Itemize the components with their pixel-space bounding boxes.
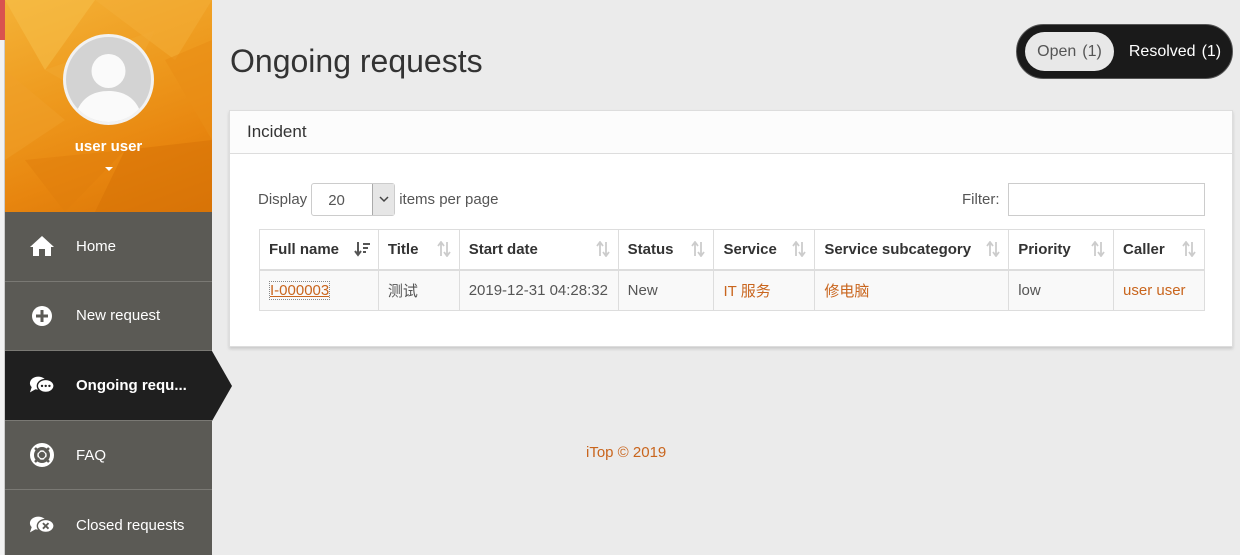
sidebar-item-label: Home	[76, 237, 117, 255]
page-size-value: 20	[328, 192, 345, 209]
home-icon	[29, 233, 55, 259]
items-per-page-label: items per page	[399, 191, 499, 208]
chat-closed-icon	[29, 512, 55, 538]
column-header-service[interactable]: Service	[713, 229, 816, 271]
column-header-full-name[interactable]: Full name	[259, 229, 379, 271]
sidebar-item-label: New request	[76, 307, 161, 325]
sort-icon	[792, 240, 807, 261]
user-profile: user user	[5, 0, 212, 212]
column-header-start-date[interactable]: Start date	[458, 229, 619, 271]
cell-service-subcategory: 修电脑	[814, 269, 1010, 311]
sidebar-item-label: Closed requests	[76, 516, 185, 534]
display-label: Display	[258, 191, 308, 208]
table-header-row: Full name Title Start date Status Servic…	[259, 229, 1205, 271]
status-toggle: Open (1) Resolved (1)	[1016, 24, 1233, 79]
sort-icon	[1091, 240, 1105, 261]
sidebar-item-home[interactable]: Home	[5, 212, 212, 282]
sidebar-item-label: Ongoing requ...	[76, 376, 187, 394]
column-header-service-subcategory[interactable]: Service subcategory	[814, 229, 1010, 271]
filter-label: Filter:	[962, 191, 1000, 208]
open-label: Open	[1037, 42, 1077, 60]
chevron-down-icon[interactable]	[372, 184, 395, 215]
cell-caller: user user	[1113, 269, 1205, 311]
cell-full-name: I-000003	[259, 269, 379, 311]
cell-priority: low	[1008, 269, 1115, 311]
resolved-label: Resolved	[1128, 42, 1196, 60]
column-header-priority[interactable]: Priority	[1008, 229, 1115, 271]
chat-bubbles-icon	[29, 372, 55, 398]
page-size-select[interactable]: 20	[311, 183, 396, 216]
sort-icon	[595, 240, 610, 261]
user-name[interactable]: user user	[5, 138, 212, 155]
column-header-title[interactable]: Title	[377, 229, 460, 271]
sidebar: user user Home New request Ongoing requ.…	[5, 0, 232, 555]
sort-icon	[1182, 240, 1196, 261]
chevron-down-icon[interactable]	[105, 167, 113, 171]
resolved-count: (1)	[1201, 42, 1222, 60]
lifebuoy-icon	[29, 442, 55, 468]
table-row[interactable]: I-000003 测试 2019-12-31 04:28:32 New IT 服…	[259, 269, 1205, 311]
avatar[interactable]	[63, 34, 154, 125]
service-subcategory-link[interactable]: 修电脑	[824, 283, 869, 300]
sidebar-item-ongoing-requests[interactable]: Ongoing requ...	[5, 351, 232, 421]
sort-icon	[436, 240, 451, 261]
service-link[interactable]: IT 服务	[723, 283, 770, 300]
resolved-toggle-button[interactable]: Resolved (1)	[1121, 32, 1229, 71]
cell-title: 测试	[377, 269, 460, 311]
request-ref-link[interactable]: I-000003	[269, 280, 331, 300]
plus-circle-icon	[29, 303, 55, 329]
open-count: (1)	[1082, 42, 1102, 60]
sort-descending-icon	[354, 241, 370, 261]
requests-table: Full name Title Start date Status Servic…	[259, 229, 1205, 311]
page-size-control: Display 20 items per page	[258, 183, 498, 216]
filter-control: Filter:	[962, 183, 1205, 216]
incident-panel: Incident Display 20 items per page Filte…	[229, 110, 1233, 347]
footer-text[interactable]: iTop © 2019	[586, 444, 666, 461]
column-header-status[interactable]: Status	[617, 229, 715, 271]
cell-service: IT 服务	[713, 269, 816, 311]
sidebar-item-closed-requests[interactable]: Closed requests	[5, 490, 212, 555]
caller-link[interactable]: user user	[1123, 282, 1186, 299]
sort-icon	[691, 240, 706, 261]
panel-title: Incident	[230, 111, 1232, 154]
sidebar-item-label: FAQ	[76, 446, 107, 464]
sidebar-item-new-request[interactable]: New request	[5, 282, 212, 352]
filter-input[interactable]	[1007, 183, 1205, 216]
column-header-caller[interactable]: Caller	[1113, 229, 1205, 271]
sidebar-item-faq[interactable]: FAQ	[5, 421, 212, 491]
cell-start-date: 2019-12-31 04:28:32	[458, 269, 619, 311]
open-toggle-button[interactable]: Open (1)	[1025, 32, 1114, 71]
cell-status: New	[617, 269, 715, 311]
sort-icon	[986, 240, 1000, 261]
page-title: Ongoing requests	[230, 43, 483, 79]
